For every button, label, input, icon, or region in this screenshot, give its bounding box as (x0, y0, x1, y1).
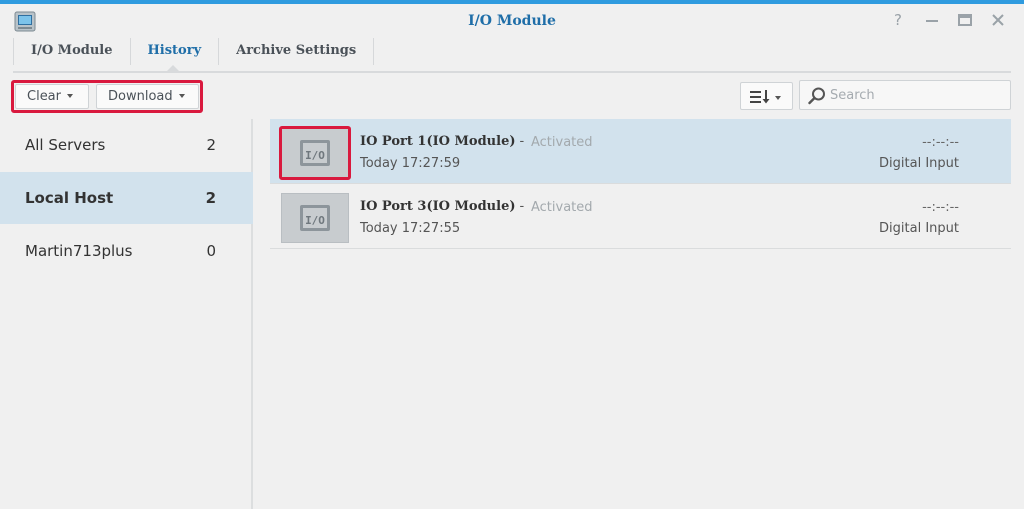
search-icon (808, 87, 826, 109)
sidebar-item-martin713plus[interactable]: Martin713plus 0 (0, 225, 253, 277)
title-bar: I/O Module ? (0, 4, 1024, 38)
minimize-icon[interactable] (922, 11, 942, 29)
search-input[interactable] (830, 86, 1000, 104)
event-title: IO Port 1(IO Module) - (360, 134, 524, 149)
tab-archive-settings[interactable]: Archive Settings (218, 38, 375, 65)
event-type: Digital Input (879, 156, 959, 171)
maximize-icon[interactable] (955, 11, 975, 29)
event-title: IO Port 3(IO Module) - (360, 199, 524, 214)
tab-bar: I/O Module History Archive Settings (13, 38, 375, 65)
event-title-text: IO Port 1(IO Module) (360, 134, 516, 149)
clear-button-label: Clear (27, 89, 61, 104)
sidebar-item-count: 0 (206, 242, 216, 260)
window-title: I/O Module (468, 13, 556, 29)
event-value: --:--:-- (922, 135, 959, 150)
sort-button[interactable] (740, 82, 793, 110)
sidebar-item-label: Martin713plus (25, 242, 133, 260)
list-item[interactable]: I/O IO Port 3(IO Module) - Activated Toda… (270, 184, 1011, 249)
download-button-label: Download (108, 89, 173, 104)
chevron-down-icon (775, 96, 781, 100)
event-separator: - (519, 134, 525, 149)
event-title-text: IO Port 3(IO Module) (360, 199, 516, 214)
search-box[interactable] (799, 80, 1011, 110)
chevron-down-icon (178, 93, 185, 98)
sidebar-item-count: 2 (205, 189, 216, 207)
sidebar-item-all-servers[interactable]: All Servers 2 (0, 119, 253, 171)
event-separator: - (519, 199, 525, 214)
sidebar-item-label: All Servers (25, 136, 106, 154)
list-item[interactable]: I/O IO Port 1(IO Module) - Activated Toda… (270, 119, 1011, 184)
active-tab-pointer (166, 65, 180, 72)
svg-text:I/O: I/O (305, 214, 325, 227)
thumbnail-highlight (279, 126, 351, 180)
io-port-icon: I/O (300, 205, 330, 231)
tab-history[interactable]: History (129, 38, 220, 65)
event-time: Today 17:27:59 (360, 156, 461, 171)
sidebar-item-label: Local Host (25, 189, 114, 207)
server-sidebar: All Servers 2 Local Host 2 Martin713plus… (0, 119, 253, 509)
event-type: Digital Input (879, 221, 959, 236)
chevron-down-icon (67, 93, 73, 98)
event-value: --:--:-- (922, 200, 959, 215)
event-time: Today 17:27:55 (360, 221, 461, 236)
event-status: Activated (531, 200, 593, 215)
event-status: Activated (531, 135, 593, 150)
clear-button[interactable]: Clear (15, 84, 89, 109)
download-button[interactable]: Download (96, 84, 199, 109)
sidebar-item-local-host[interactable]: Local Host 2 (0, 172, 253, 224)
tab-io-module[interactable]: I/O Module (13, 38, 131, 65)
sort-list-icon (750, 89, 774, 108)
close-icon[interactable] (988, 11, 1008, 29)
sidebar-item-count: 2 (206, 136, 216, 154)
tab-divider (13, 71, 1011, 73)
help-icon[interactable]: ? (888, 11, 908, 29)
event-list: I/O IO Port 1(IO Module) - Activated Toda… (255, 119, 1024, 509)
io-port-thumbnail: I/O (281, 193, 349, 243)
